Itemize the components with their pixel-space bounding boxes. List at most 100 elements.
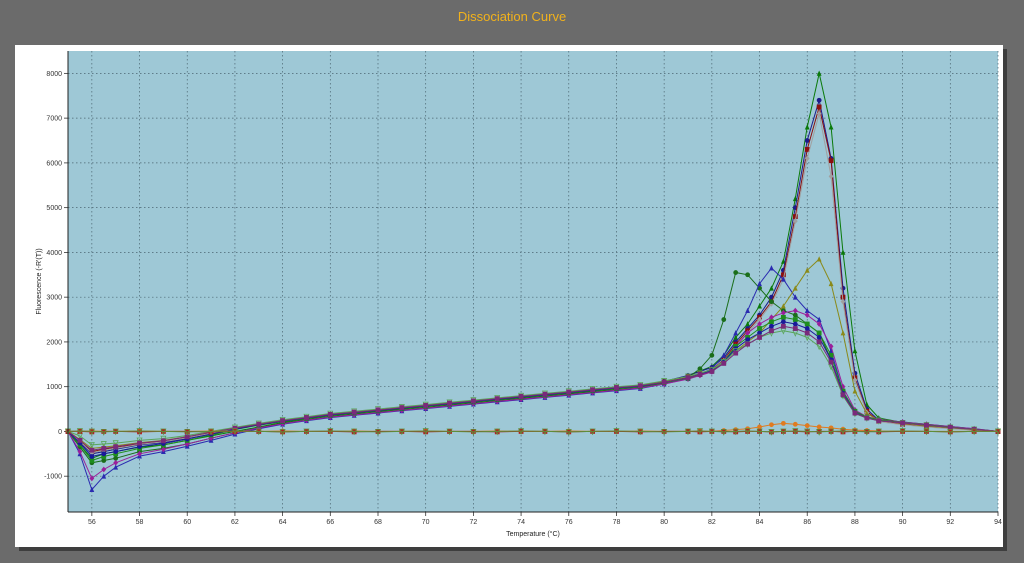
data-point	[900, 420, 906, 426]
data-point	[924, 422, 929, 428]
data-point	[816, 330, 822, 336]
data-point	[876, 418, 882, 424]
data-point	[542, 391, 548, 397]
data-point	[769, 323, 774, 329]
data-point	[840, 392, 846, 398]
x-tick-label: 88	[851, 519, 859, 526]
data-point	[816, 335, 822, 340]
y-tick-label: 0	[58, 429, 62, 436]
data-point	[816, 97, 822, 103]
data-point	[89, 447, 95, 453]
data-point	[101, 451, 107, 457]
y-tick-label: -1000	[44, 474, 62, 481]
data-point	[757, 335, 762, 340]
data-point	[661, 379, 667, 385]
x-tick-label: 62	[231, 519, 239, 526]
x-tick-label: 66	[326, 519, 334, 526]
x-tick-label: 64	[279, 519, 287, 526]
data-point	[113, 449, 119, 454]
data-point	[816, 424, 822, 430]
data-point	[816, 339, 822, 345]
x-tick-label: 68	[374, 519, 382, 526]
x-tick-label: 58	[136, 519, 144, 526]
x-tick-label: 76	[565, 519, 573, 526]
data-point	[769, 422, 774, 428]
data-point	[745, 272, 751, 278]
data-point	[89, 454, 95, 459]
data-point	[327, 412, 333, 417]
data-point	[470, 398, 476, 404]
data-point	[792, 321, 798, 327]
data-point	[113, 444, 119, 450]
data-point	[685, 375, 691, 381]
data-point	[757, 326, 762, 331]
data-point	[769, 319, 774, 325]
data-point	[101, 446, 107, 451]
chart-title: Dissociation Curve	[457, 9, 567, 24]
data-point	[494, 396, 500, 402]
data-point	[280, 418, 286, 424]
x-tick-label: 60	[183, 519, 191, 526]
data-point	[447, 400, 452, 406]
data-point	[709, 369, 715, 374]
y-tick-label: 4000	[46, 250, 62, 257]
data-point	[864, 415, 870, 421]
data-point	[637, 383, 643, 389]
y-tick-label: 6000	[46, 160, 62, 167]
data-point	[590, 387, 596, 393]
data-point	[804, 321, 810, 327]
data-point	[614, 385, 619, 390]
y-tick-label: 2000	[46, 339, 62, 346]
y-tick-label: 3000	[46, 295, 62, 302]
data-point	[804, 326, 810, 331]
data-point	[792, 326, 798, 331]
data-point	[780, 314, 786, 320]
data-point	[518, 394, 524, 399]
x-tick-label: 84	[756, 519, 764, 526]
data-point	[375, 407, 381, 413]
data-point	[721, 317, 727, 322]
data-point	[733, 270, 739, 275]
x-tick-label: 92	[946, 519, 954, 526]
data-point	[816, 104, 822, 110]
x-tick-label: 70	[422, 519, 430, 526]
data-point	[566, 389, 572, 395]
data-point	[780, 319, 786, 325]
data-point	[792, 317, 798, 322]
data-point	[304, 415, 309, 420]
x-tick-label: 80	[660, 519, 668, 526]
data-point	[804, 423, 810, 429]
chart-panel: 56 58 60 62 64 66 68 70 72 74 76 78 80 82 84 86 88 90 92 94…	[15, 45, 1003, 547]
x-tick-label: 94	[994, 519, 1002, 526]
x-axis-label: Temperature (°C)	[506, 530, 560, 538]
data-point	[697, 372, 703, 377]
data-point	[351, 409, 357, 415]
data-point	[733, 350, 739, 356]
x-axis-ticks: 56 58 60 62 64 66 68 70 72 74 76 78 80 82 84 86 88 90 92 94	[88, 512, 1002, 526]
data-point	[780, 420, 786, 426]
data-point	[77, 437, 83, 443]
data-point	[769, 299, 774, 305]
data-point	[423, 403, 429, 408]
plot-area	[68, 51, 998, 512]
y-tick-label: 7000	[46, 116, 62, 123]
data-point	[804, 330, 810, 336]
x-tick-label: 86	[803, 519, 811, 526]
data-point	[137, 440, 142, 446]
data-point	[721, 361, 727, 366]
data-point	[792, 421, 798, 427]
y-axis-ticks: -1000 0 1000 2000 3000 4000 5000 6000 7000 8000	[44, 71, 68, 481]
y-tick-label: 5000	[46, 205, 62, 212]
data-point	[709, 352, 715, 358]
x-tick-label: 56	[88, 519, 96, 526]
dissociation-curve-chart: 56 58 60 62 64 66 68 70 72 74 76 78 80 82 84 86 88 90 92 94…	[36, 51, 1002, 538]
data-point	[828, 359, 834, 365]
x-tick-label: 74	[517, 519, 525, 526]
data-point	[780, 323, 786, 329]
x-tick-label: 90	[899, 519, 907, 526]
data-point	[745, 341, 751, 347]
x-tick-label: 78	[613, 519, 621, 526]
x-tick-label: 82	[708, 519, 716, 526]
data-point	[769, 328, 774, 334]
data-point	[828, 158, 834, 164]
